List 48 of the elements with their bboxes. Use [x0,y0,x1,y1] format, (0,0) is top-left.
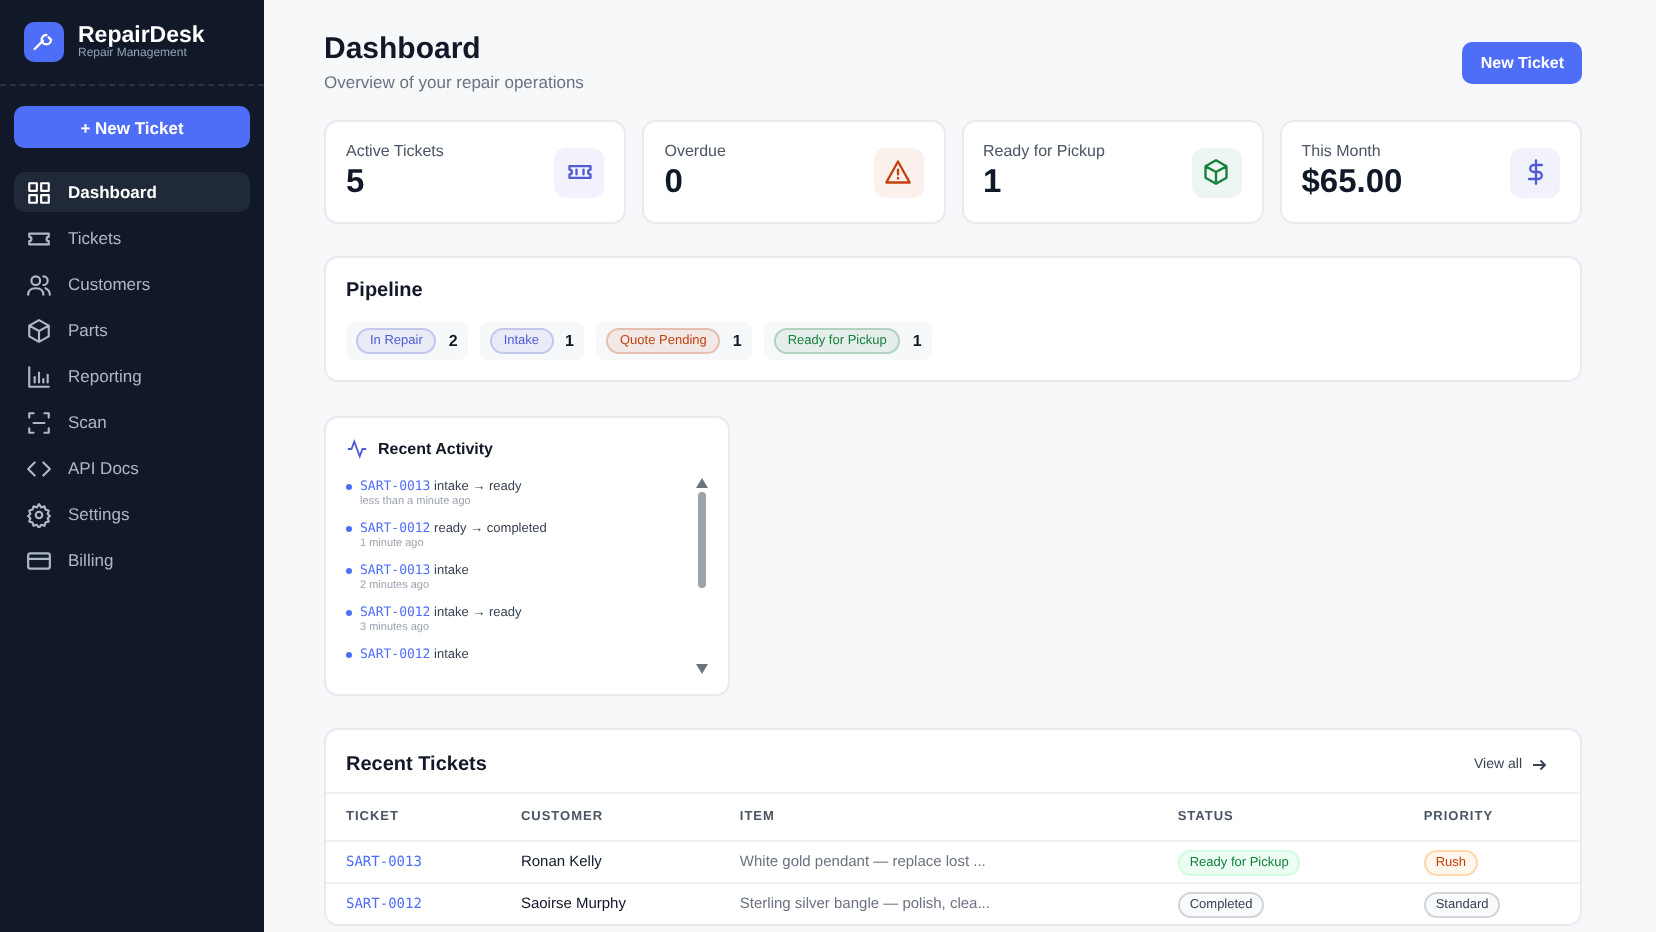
new-ticket-button[interactable]: + New Ticket [14,106,250,148]
card-title: Recent Tickets [346,754,487,776]
stat-value: 1 [983,164,1004,202]
stage-count: 1 [565,332,574,350]
stat-value: 5 [346,164,367,202]
chart-icon [26,363,52,389]
arrow-right-icon [1530,756,1548,774]
bullet-dot [346,484,352,490]
box-icon [26,317,52,343]
page-title: Dashboard [324,32,483,66]
nav-item[interactable]: Customers [14,264,250,304]
scroll-down-icon[interactable] [695,664,707,674]
wrench-logo-icon [24,22,64,62]
nav-item[interactable]: API Docs [14,448,250,488]
app-name: RepairDesk [78,24,205,48]
grid-icon [26,179,52,205]
bullet-dot [346,526,352,532]
nav-item[interactable]: Dashboard [14,172,250,212]
bullet-dot [346,652,352,658]
bullet-dot [346,568,352,574]
scan-icon [26,409,52,435]
card-title: Recent Activity [378,440,493,458]
stat-value: $65.00 [1301,164,1403,202]
stat-value: 0 [664,164,685,202]
new-ticket-button[interactable]: New Ticket [1462,42,1582,84]
nav-item[interactable]: Billing [14,540,250,580]
nav-item[interactable]: Tickets [14,218,250,258]
stage-count: 1 [732,332,742,350]
stat-label: Ready for Pickup [983,142,1105,160]
card-icon [26,547,52,573]
nav-item[interactable]: Reporting [14,356,250,396]
activity-icon [346,438,368,460]
nav-item[interactable]: Scan [14,402,250,442]
stat-label: Overdue [664,142,726,160]
nav-item[interactable]: Parts [14,310,250,350]
stat-label: Active Tickets [346,142,444,160]
stat-label: This Month [1301,142,1383,160]
card-title: Pipeline [346,280,425,302]
nav-item[interactable]: Settings [14,494,250,534]
scrollbar-thumb[interactable] [697,492,705,588]
page-subtitle: Overview of your repair operations [324,72,584,92]
stage-count: 2 [448,332,458,350]
users-icon [26,271,52,297]
stage-count: 1 [912,332,922,350]
settings-icon [26,501,52,527]
code-icon [26,455,52,481]
scroll-up-icon[interactable] [695,478,707,488]
bullet-dot [346,610,352,616]
